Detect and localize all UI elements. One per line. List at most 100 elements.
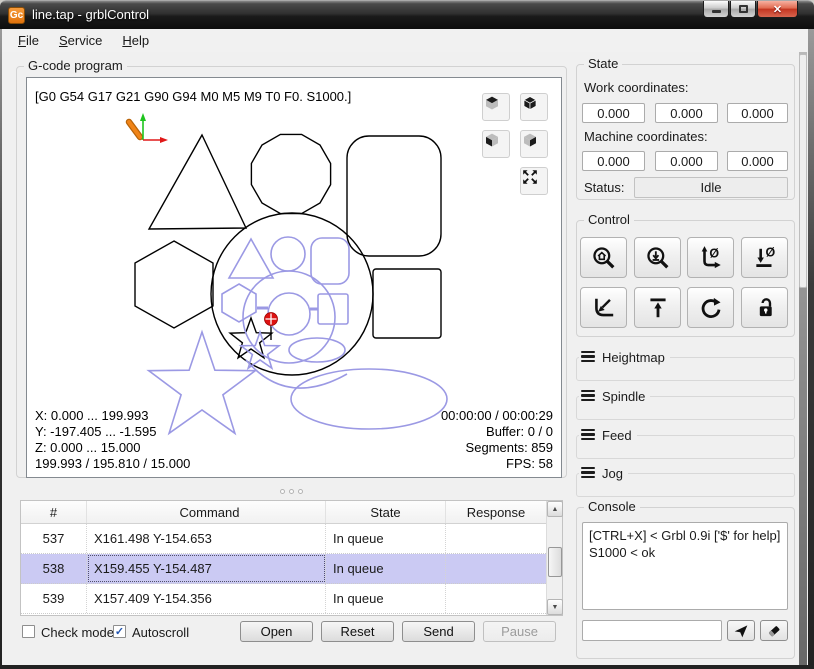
gcode-header-comment: [G0 G54 G17 G21 G90 G94 M0 M5 M9 T0 F0. … <box>35 89 351 104</box>
heightmap-menu-icon[interactable] <box>581 351 595 365</box>
zero-xy-button[interactable]: Ø <box>687 237 734 278</box>
cell-state: In queue <box>326 584 446 613</box>
splitter-handle[interactable] <box>259 487 323 496</box>
machine-coordinates-label: Machine coordinates: <box>584 129 708 144</box>
send-button[interactable]: Send <box>402 621 475 642</box>
close-icon: ✕ <box>773 3 782 16</box>
zero-xy-icon: Ø <box>698 245 724 271</box>
x-range: X: 0.000 ... 199.993 <box>35 408 190 424</box>
panel-scrollbar-thumb[interactable] <box>799 54 807 288</box>
z-probe-button[interactable] <box>634 237 681 278</box>
unlock-padlock-icon <box>752 295 778 321</box>
size-summary: 199.993 / 195.810 / 15.000 <box>35 456 190 472</box>
home-search-icon <box>591 245 617 271</box>
machine-z-field[interactable]: 0.000 <box>727 151 788 171</box>
feed-panel-label[interactable]: Feed <box>602 428 632 443</box>
table-scrollbar[interactable]: ▲ ▼ <box>546 501 562 615</box>
svg-text:Ø: Ø <box>765 245 775 259</box>
window-border <box>0 665 814 669</box>
minimize-icon <box>712 10 721 13</box>
segments-info: Segments: 859 <box>441 440 553 456</box>
isometric-view-button[interactable] <box>520 93 548 121</box>
home-button[interactable] <box>580 237 627 278</box>
side-view-button[interactable] <box>520 130 548 158</box>
scroll-thumb[interactable] <box>548 547 562 577</box>
table-row[interactable]: 537 X161.498 Y-154.653 In queue <box>21 524 546 554</box>
runtime-info: 00:00:00 / 00:00:29 Buffer: 0 / 0 Segmen… <box>441 408 553 472</box>
buffer-info: Buffer: 0 / 0 <box>441 424 553 440</box>
reset-button-control[interactable] <box>687 287 734 328</box>
check-mode-checkbox[interactable] <box>22 625 35 638</box>
menu-file[interactable]: File <box>8 31 49 50</box>
console-send-button[interactable] <box>727 620 755 641</box>
y-range: Y: -197.405 ... -1.595 <box>35 424 190 440</box>
menu-service[interactable]: Service <box>49 31 112 50</box>
autoscroll-checkbox[interactable]: ✓ <box>113 625 126 638</box>
work-x-field[interactable]: 0.000 <box>582 103 645 123</box>
console-command-input[interactable] <box>582 620 722 641</box>
spindle-panel-label[interactable]: Spindle <box>602 389 645 404</box>
header-state[interactable]: State <box>326 501 446 523</box>
safe-position-icon <box>645 295 671 321</box>
fit-arrows-icon <box>521 168 539 186</box>
top-view-button[interactable] <box>482 93 510 121</box>
cell-response <box>446 584 546 613</box>
scroll-up-icon[interactable]: ▲ <box>547 501 563 517</box>
heightmap-panel: Heightmap <box>576 357 795 381</box>
safe-position-button[interactable] <box>634 287 681 328</box>
front-view-button[interactable] <box>482 130 510 158</box>
spindle-menu-icon[interactable] <box>581 390 595 404</box>
jog-panel-label[interactable]: Jog <box>602 466 623 481</box>
check-mode-label: Check mode <box>41 625 114 640</box>
cube-top-icon <box>483 94 501 112</box>
close-button[interactable]: ✕ <box>757 1 798 18</box>
probe-search-icon <box>645 245 671 271</box>
console-log[interactable]: [CTRL+X] < Grbl 0.9i ['$' for help] S100… <box>582 522 788 610</box>
header-num[interactable]: # <box>21 501 87 523</box>
cell-num: 537 <box>21 524 87 553</box>
feed-menu-icon[interactable] <box>581 429 595 443</box>
cube-iso-icon <box>521 94 539 112</box>
gcode-command-table[interactable]: # Command State Response 537 X161.498 Y-… <box>20 500 563 616</box>
cell-num: 538 <box>21 554 87 583</box>
pause-button: Pause <box>483 621 556 642</box>
cell-state: In queue <box>326 524 446 553</box>
titlebar[interactable]: Gc line.tap - grblControl ✕ <box>0 0 814 29</box>
reset-button[interactable]: Reset <box>321 621 394 642</box>
autoscroll-label: Autoscroll <box>132 625 189 640</box>
cell-response <box>446 554 546 583</box>
machine-y-field[interactable]: 0.000 <box>655 151 718 171</box>
minimize-button[interactable] <box>703 1 729 18</box>
header-response[interactable]: Response <box>446 501 546 523</box>
fps-info: FPS: 58 <box>441 456 553 472</box>
jog-panel: Jog <box>576 473 795 497</box>
tool-marker <box>129 113 168 143</box>
maximize-button[interactable] <box>730 1 756 18</box>
console-line: S1000 < ok <box>589 544 781 561</box>
open-button[interactable]: Open <box>240 621 313 642</box>
menu-help[interactable]: Help <box>112 31 159 50</box>
scroll-down-icon[interactable]: ▼ <box>547 599 563 615</box>
position-marker <box>265 313 278 326</box>
maximize-icon <box>739 5 748 13</box>
heightmap-panel-label[interactable]: Heightmap <box>602 350 665 365</box>
jog-menu-icon[interactable] <box>581 467 595 481</box>
console-clear-button[interactable] <box>760 620 788 641</box>
dimensions-info: X: 0.000 ... 199.993 Y: -197.405 ... -1.… <box>35 408 190 472</box>
state-group-title: State <box>584 57 622 71</box>
work-y-field[interactable]: 0.000 <box>655 103 718 123</box>
window-border <box>808 29 814 669</box>
fit-view-button[interactable] <box>520 167 548 195</box>
gcode-visualizer[interactable]: [G0 G54 G17 G21 G90 G94 M0 M5 M9 T0 F0. … <box>26 77 562 478</box>
panel-scrollbar[interactable] <box>799 52 807 665</box>
table-row-selected[interactable]: 538 X159.455 Y-154.487 In queue <box>21 554 546 584</box>
status-badge: Idle <box>634 177 788 198</box>
spindle-panel: Spindle <box>576 396 795 420</box>
zero-z-button[interactable]: Ø <box>741 237 788 278</box>
table-row[interactable]: 539 X157.409 Y-154.356 In queue <box>21 584 546 614</box>
work-z-field[interactable]: 0.000 <box>727 103 788 123</box>
restore-origin-button[interactable] <box>580 287 627 328</box>
machine-x-field[interactable]: 0.000 <box>582 151 645 171</box>
header-command[interactable]: Command <box>87 501 326 523</box>
unlock-button[interactable] <box>741 287 788 328</box>
